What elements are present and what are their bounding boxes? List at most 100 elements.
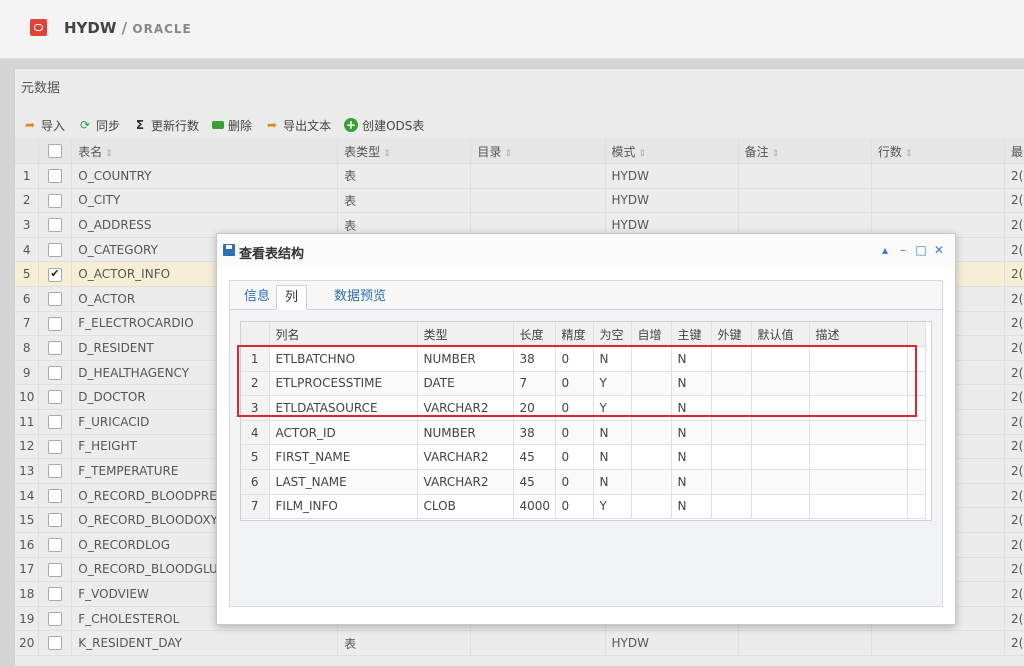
oracle-logo-icon — [30, 19, 47, 36]
columns-header[interactable]: 主键 — [671, 322, 712, 348]
select-all-checkbox[interactable] — [48, 144, 63, 159]
row-checkbox-cell[interactable] — [38, 311, 73, 337]
row-checkbox-cell[interactable] — [38, 557, 73, 583]
row-checkbox[interactable] — [48, 242, 63, 257]
cell-name: FILM_INFO — [269, 494, 418, 520]
columns-header[interactable]: 外键 — [711, 322, 752, 348]
toolbar-button-delete[interactable]: 删除 — [212, 117, 252, 134]
row-checkbox[interactable] — [48, 193, 63, 208]
collapse-icon[interactable]: ▴ — [877, 242, 893, 258]
column-header-label: 表类型 — [344, 144, 381, 159]
table-row[interactable]: 2 O_CITY 表 HYDW 2( — [15, 188, 1024, 214]
column-header[interactable]: 最 — [1004, 139, 1024, 165]
row-checkbox-cell[interactable] — [38, 507, 73, 533]
sync-icon: ⟳ — [79, 118, 91, 132]
column-row[interactable]: 2 ETLPROCESSTIME DATE 7 0 Y N — [241, 371, 926, 397]
cell-fk — [711, 469, 752, 495]
row-checkbox[interactable] — [48, 587, 63, 602]
columns-header[interactable]: 精度 — [555, 322, 594, 348]
minimize-icon[interactable]: – — [895, 242, 911, 258]
toolbar-button-sum[interactable]: Σ 更新行数 — [133, 117, 199, 134]
table-row[interactable]: 20 K_RESIDENT_DAY 表 HYDW 2( — [15, 630, 1024, 656]
column-row[interactable]: 4 ACTOR_ID NUMBER 38 0 N N — [241, 420, 926, 446]
row-checkbox[interactable] — [48, 464, 63, 479]
row-checkbox-cell[interactable] — [38, 360, 73, 386]
cell-desc — [809, 469, 908, 495]
row-checkbox-cell[interactable] — [38, 188, 73, 214]
toolbar-button-import[interactable]: ➦ 导入 — [23, 117, 65, 134]
cell-last: 2( — [1004, 237, 1024, 263]
table-row[interactable]: 1 O_COUNTRY 表 HYDW 2( — [15, 163, 1024, 189]
row-checkbox[interactable] — [48, 611, 63, 626]
row-checkbox[interactable] — [48, 292, 63, 307]
column-row[interactable]: 1 ETLBATCHNO NUMBER 38 0 N N — [241, 346, 926, 372]
columns-header[interactable]: 描述 — [809, 322, 908, 348]
cell-name: O_CITY — [71, 188, 339, 214]
row-checkbox[interactable] — [48, 415, 63, 430]
row-number: 2 — [15, 188, 40, 214]
row-checkbox-cell[interactable] — [38, 261, 73, 288]
row-checkbox-cell[interactable] — [38, 237, 73, 263]
row-checkbox-cell[interactable] — [38, 458, 73, 484]
row-checkbox[interactable] — [48, 562, 63, 577]
column-header[interactable]: 目录 ⇕ — [470, 139, 606, 165]
row-checkbox[interactable] — [48, 636, 63, 651]
close-icon[interactable]: ✕ — [931, 242, 947, 258]
sort-icon: ⇕ — [638, 148, 647, 159]
column-header[interactable]: 模式 ⇕ — [605, 139, 739, 165]
row-checkbox[interactable] — [48, 365, 63, 380]
row-checkbox[interactable] — [48, 439, 63, 454]
dialog-header[interactable]: 查看表结构 ▴ – □ ✕ — [217, 234, 955, 267]
columns-header[interactable]: 长度 — [513, 322, 556, 348]
column-header[interactable]: 备注 ⇕ — [738, 139, 872, 165]
row-checkbox-cell[interactable] — [38, 630, 73, 656]
row-checkbox[interactable] — [48, 267, 63, 282]
row-checkbox-cell[interactable] — [38, 286, 73, 312]
row-checkbox[interactable] — [48, 218, 63, 233]
row-checkbox-cell[interactable] — [38, 606, 73, 632]
tab-info[interactable]: 信息 — [236, 285, 278, 309]
columns-header[interactable]: 类型 — [417, 322, 514, 348]
column-row[interactable]: 7 FILM_INFO CLOB 4000 0 Y N — [241, 494, 926, 520]
column-row[interactable]: 5 FIRST_NAME VARCHAR2 45 0 N N — [241, 444, 926, 471]
column-header[interactable]: 表名 ⇕ — [71, 139, 339, 165]
toolbar-label: 删除 — [228, 118, 253, 133]
columns-header[interactable]: 列名 — [269, 322, 418, 348]
tab-data-preview[interactable]: 数据预览 — [326, 285, 394, 309]
row-checkbox-cell[interactable] — [38, 409, 73, 435]
maximize-icon[interactable]: □ — [913, 242, 929, 258]
cell-type: 表 — [337, 630, 472, 656]
row-checkbox[interactable] — [48, 488, 63, 503]
column-header[interactable]: 行数 ⇕ — [871, 139, 1005, 165]
cell-name: O_COUNTRY — [71, 163, 339, 189]
row-checkbox-cell[interactable] — [38, 483, 73, 509]
tab-columns[interactable]: 列 — [276, 285, 308, 310]
row-checkbox-cell[interactable] — [38, 384, 73, 411]
row-checkbox[interactable] — [48, 169, 63, 184]
header-checkbox-cell[interactable] — [38, 139, 73, 165]
toolbar-button-sync[interactable]: ⟳ 同步 — [78, 117, 120, 134]
columns-header[interactable]: 自增 — [631, 322, 672, 348]
column-row[interactable]: 6 LAST_NAME VARCHAR2 45 0 N N — [241, 469, 926, 495]
row-checkbox-cell[interactable] — [38, 335, 73, 361]
row-checkbox[interactable] — [48, 538, 63, 553]
row-number: 15 — [15, 507, 40, 533]
row-checkbox-cell[interactable] — [38, 434, 73, 460]
columns-header[interactable]: 默认值 — [751, 322, 810, 348]
row-checkbox[interactable] — [48, 513, 63, 528]
cell-null: N — [593, 346, 632, 372]
row-checkbox-cell[interactable] — [38, 532, 73, 558]
toolbar-button-export[interactable]: ➦ 导出文本 — [265, 117, 331, 134]
row-checkbox-cell[interactable] — [38, 212, 73, 238]
toolbar-button-add[interactable]: + 创建ODS表 — [344, 117, 424, 134]
row-checkbox-cell[interactable] — [38, 163, 73, 189]
columns-header[interactable]: 为空 — [593, 322, 632, 348]
column-header[interactable]: 表类型 ⇕ — [337, 139, 472, 165]
row-checkbox-cell[interactable] — [38, 581, 73, 607]
column-row[interactable]: 3 ETLDATASOURCE VARCHAR2 20 0 Y N — [241, 395, 926, 421]
row-checkbox[interactable] — [48, 390, 63, 405]
row-number: 1 — [15, 163, 40, 189]
row-checkbox[interactable] — [48, 316, 63, 331]
cell-name: LAST_NAME — [269, 469, 418, 495]
row-checkbox[interactable] — [48, 341, 63, 356]
